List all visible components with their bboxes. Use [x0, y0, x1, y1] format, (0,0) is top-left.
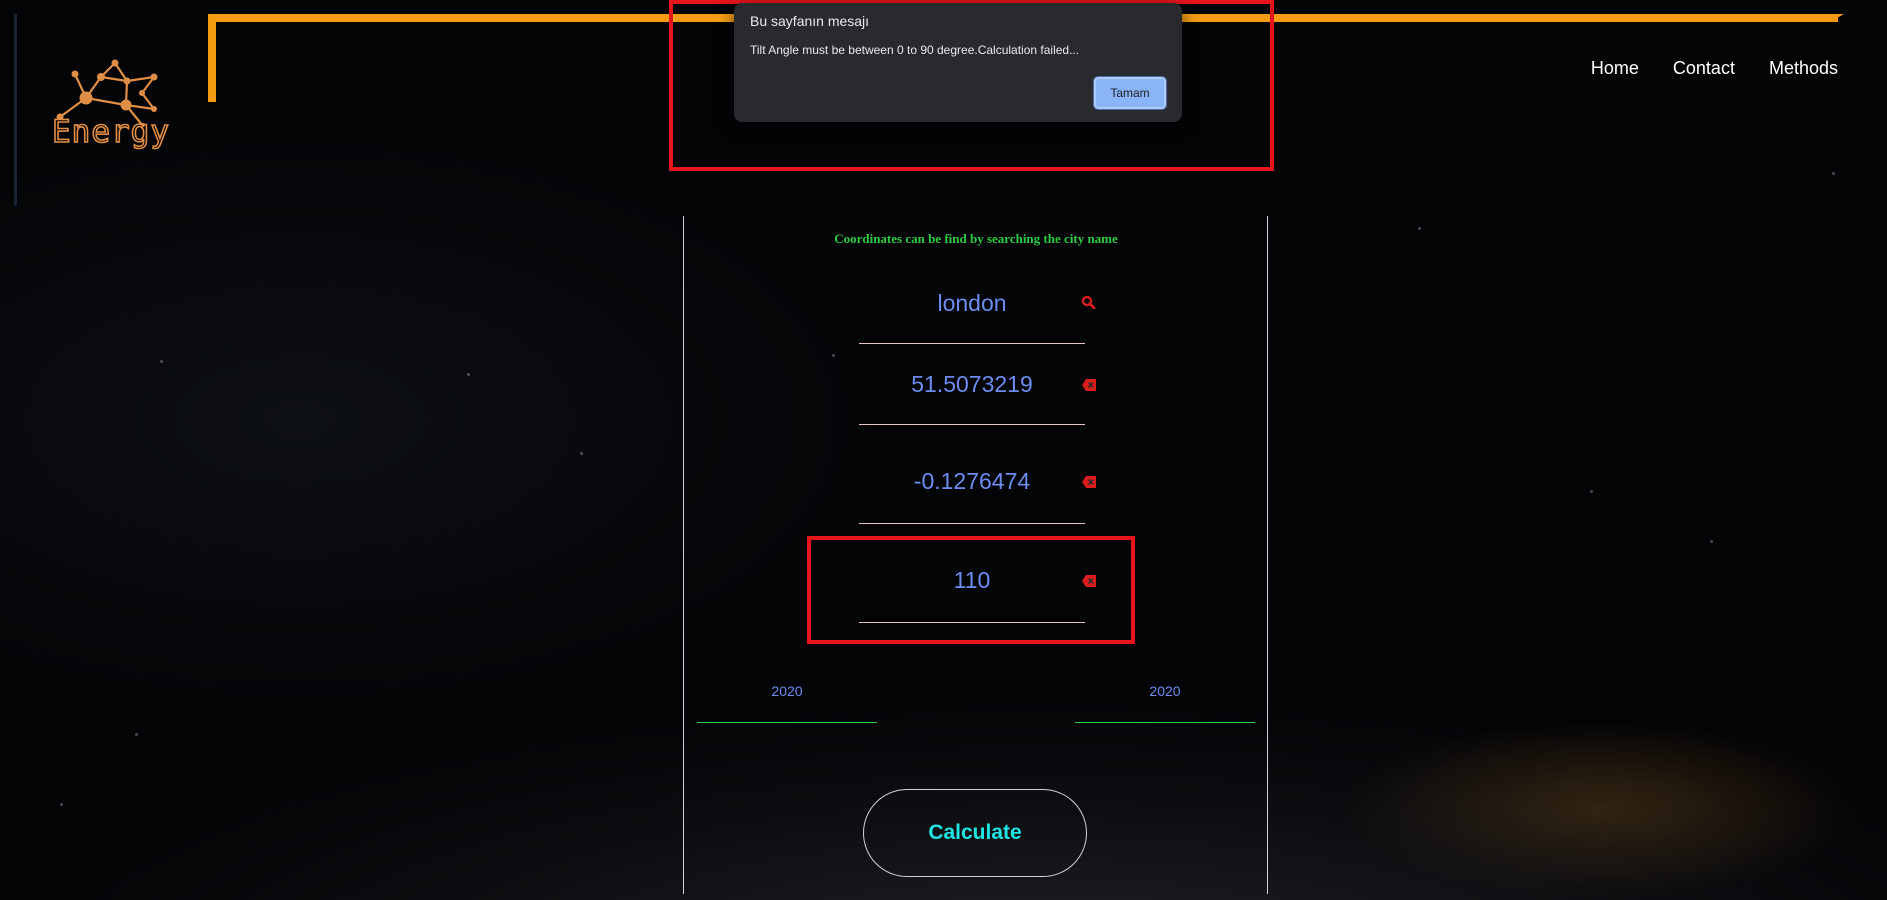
- longitude-field[interactable]: -0.1276474: [859, 464, 1096, 524]
- dialog-title: Bu sayfanın mesajı: [750, 13, 870, 29]
- coordinates-hint: Coordinates can be find by searching the…: [834, 231, 1118, 246]
- nav-methods-link[interactable]: Methods: [1769, 58, 1838, 79]
- city-input-underline: [859, 343, 1085, 344]
- longitude-input[interactable]: -0.1276474: [859, 468, 1085, 495]
- end-year-field[interactable]: 2020: [1075, 683, 1255, 723]
- start-year-field[interactable]: 2020: [697, 683, 877, 723]
- logo-text: Energy: [51, 113, 170, 151]
- main-nav: Home Contact Methods: [1591, 58, 1838, 79]
- form-panel-right-border: [1267, 216, 1268, 894]
- frame-shade: [14, 14, 17, 206]
- city-input[interactable]: london: [859, 290, 1085, 317]
- latitude-field[interactable]: 51.5073219: [859, 365, 1096, 425]
- dialog-message: Tilt Angle must be between 0 to 90 degre…: [750, 43, 1080, 57]
- dialog-ok-button[interactable]: Tamam: [1093, 76, 1167, 110]
- latitude-input[interactable]: 51.5073219: [859, 371, 1085, 398]
- end-year-input[interactable]: 2020: [1075, 683, 1255, 699]
- latitude-input-underline: [859, 424, 1085, 425]
- city-search-field[interactable]: london: [859, 284, 1096, 344]
- end-year-underline: [1075, 722, 1255, 723]
- start-year-underline: [697, 722, 877, 723]
- header-frame-left: [208, 14, 216, 102]
- search-icon[interactable]: [1081, 295, 1097, 309]
- calculate-button[interactable]: Calculate: [863, 789, 1087, 877]
- longitude-input-underline: [859, 523, 1085, 524]
- tilt-field-highlight: [807, 536, 1135, 644]
- start-year-input[interactable]: 2020: [697, 683, 877, 699]
- backspace-icon[interactable]: [1081, 475, 1097, 489]
- alert-dialog: Bu sayfanın mesajı Tilt Angle must be be…: [734, 3, 1182, 122]
- nav-contact-link[interactable]: Contact: [1673, 58, 1735, 79]
- nav-home-link[interactable]: Home: [1591, 58, 1639, 79]
- backspace-icon[interactable]: [1081, 378, 1097, 392]
- form-panel-left-border: [683, 216, 684, 894]
- header-frame-tip: [1830, 14, 1844, 22]
